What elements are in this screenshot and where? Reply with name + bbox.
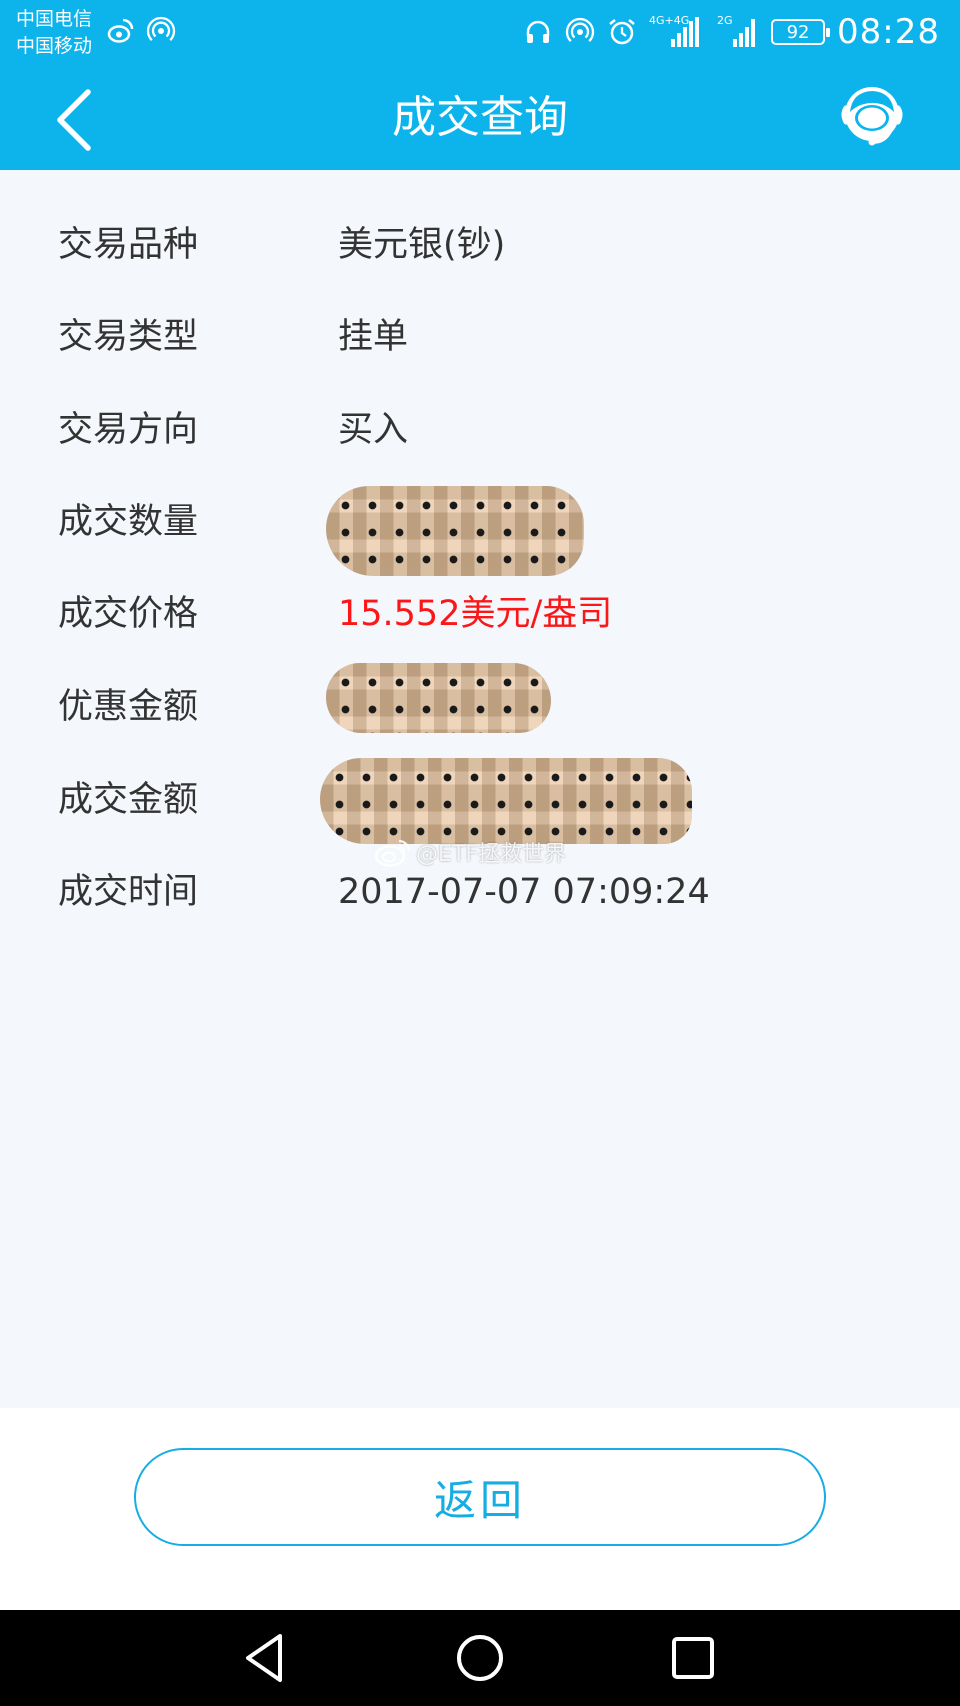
nav-recents-square-icon[interactable] [665, 1630, 721, 1686]
footer: 返回 [0, 1408, 960, 1610]
status-bar: 中国电信 中国移动 4G+4G 2G 92 08:28 [0, 0, 960, 66]
hotspot-icon [146, 16, 176, 42]
nav-back-triangle-icon[interactable] [238, 1630, 294, 1686]
return-button[interactable]: 返回 [134, 1448, 826, 1546]
direction-value: 买入 [338, 410, 409, 450]
time-value: 2017-07-07 07:09:24 [338, 872, 710, 912]
type-value: 挂单 [338, 317, 409, 357]
quantity-redaction-mosaic [326, 486, 584, 576]
battery-icon: 92 [771, 19, 831, 45]
title-bar: 成交查询 [0, 66, 960, 170]
price-label: 成交价格 [58, 594, 199, 634]
detail-row-price: 成交价格 15.552美元/盎司 [0, 584, 960, 644]
variety-value: 美元银(钞) [338, 225, 506, 265]
customer-service-button[interactable] [836, 80, 908, 152]
time-label: 成交时间 [58, 872, 199, 912]
alarm-icon [609, 19, 635, 45]
page-title: 成交查询 [392, 92, 568, 143]
weibo-logo-icon [374, 839, 411, 867]
variety-label: 交易品种 [58, 225, 199, 265]
system-navigation-bar [0, 1610, 960, 1706]
battery-level: 92 [786, 21, 810, 43]
detail-row-variety: 交易品种 美元银(钞) [0, 215, 960, 275]
price-value: 15.552美元/盎司 [338, 594, 613, 634]
status-time: 08:28 [837, 12, 940, 52]
carrier-info: 中国电信 中国移动 [16, 6, 92, 60]
network-tag-1: 4G+4G [649, 14, 690, 27]
discount-redaction-mosaic [326, 663, 551, 733]
customer-service-icon [841, 87, 903, 146]
detail-row-amount: 成交金额 [0, 758, 960, 844]
nav-home-circle-icon[interactable] [452, 1630, 508, 1686]
signal-strength-2-icon: 2G [717, 14, 759, 47]
detail-row-discount: 优惠金额 [0, 663, 960, 737]
carrier-1: 中国电信 [16, 8, 93, 30]
amount-redaction-mosaic [320, 758, 692, 844]
type-label: 交易类型 [58, 317, 199, 357]
trade-detail-panel: 交易品种 美元银(钞) 交易类型 挂单 交易方向 买入 成交数量 成交价格 15… [0, 170, 960, 1408]
detail-row-type: 交易类型 挂单 [0, 307, 960, 367]
hotspot-status-icon [565, 17, 595, 43]
detail-row-direction: 交易方向 买入 [0, 400, 960, 460]
watermark-text: @ETF拯救世界 [416, 842, 566, 867]
weibo-notification-icon [107, 18, 134, 43]
amount-label: 成交金额 [58, 780, 199, 820]
carrier-2: 中国移动 [16, 35, 93, 57]
discount-label: 优惠金额 [58, 687, 199, 727]
network-tag-2: 2G [717, 14, 733, 27]
direction-label: 交易方向 [58, 410, 199, 450]
detail-row-quantity: 成交数量 [0, 486, 960, 576]
headset-icon [526, 20, 550, 43]
detail-row-time: 成交时间 2017-07-07 07:09:24 [0, 862, 960, 922]
signal-strength-1-icon: 4G+4G [649, 14, 705, 47]
quantity-label: 成交数量 [58, 502, 199, 542]
watermark: @ETF拯救世界 [374, 836, 566, 868]
